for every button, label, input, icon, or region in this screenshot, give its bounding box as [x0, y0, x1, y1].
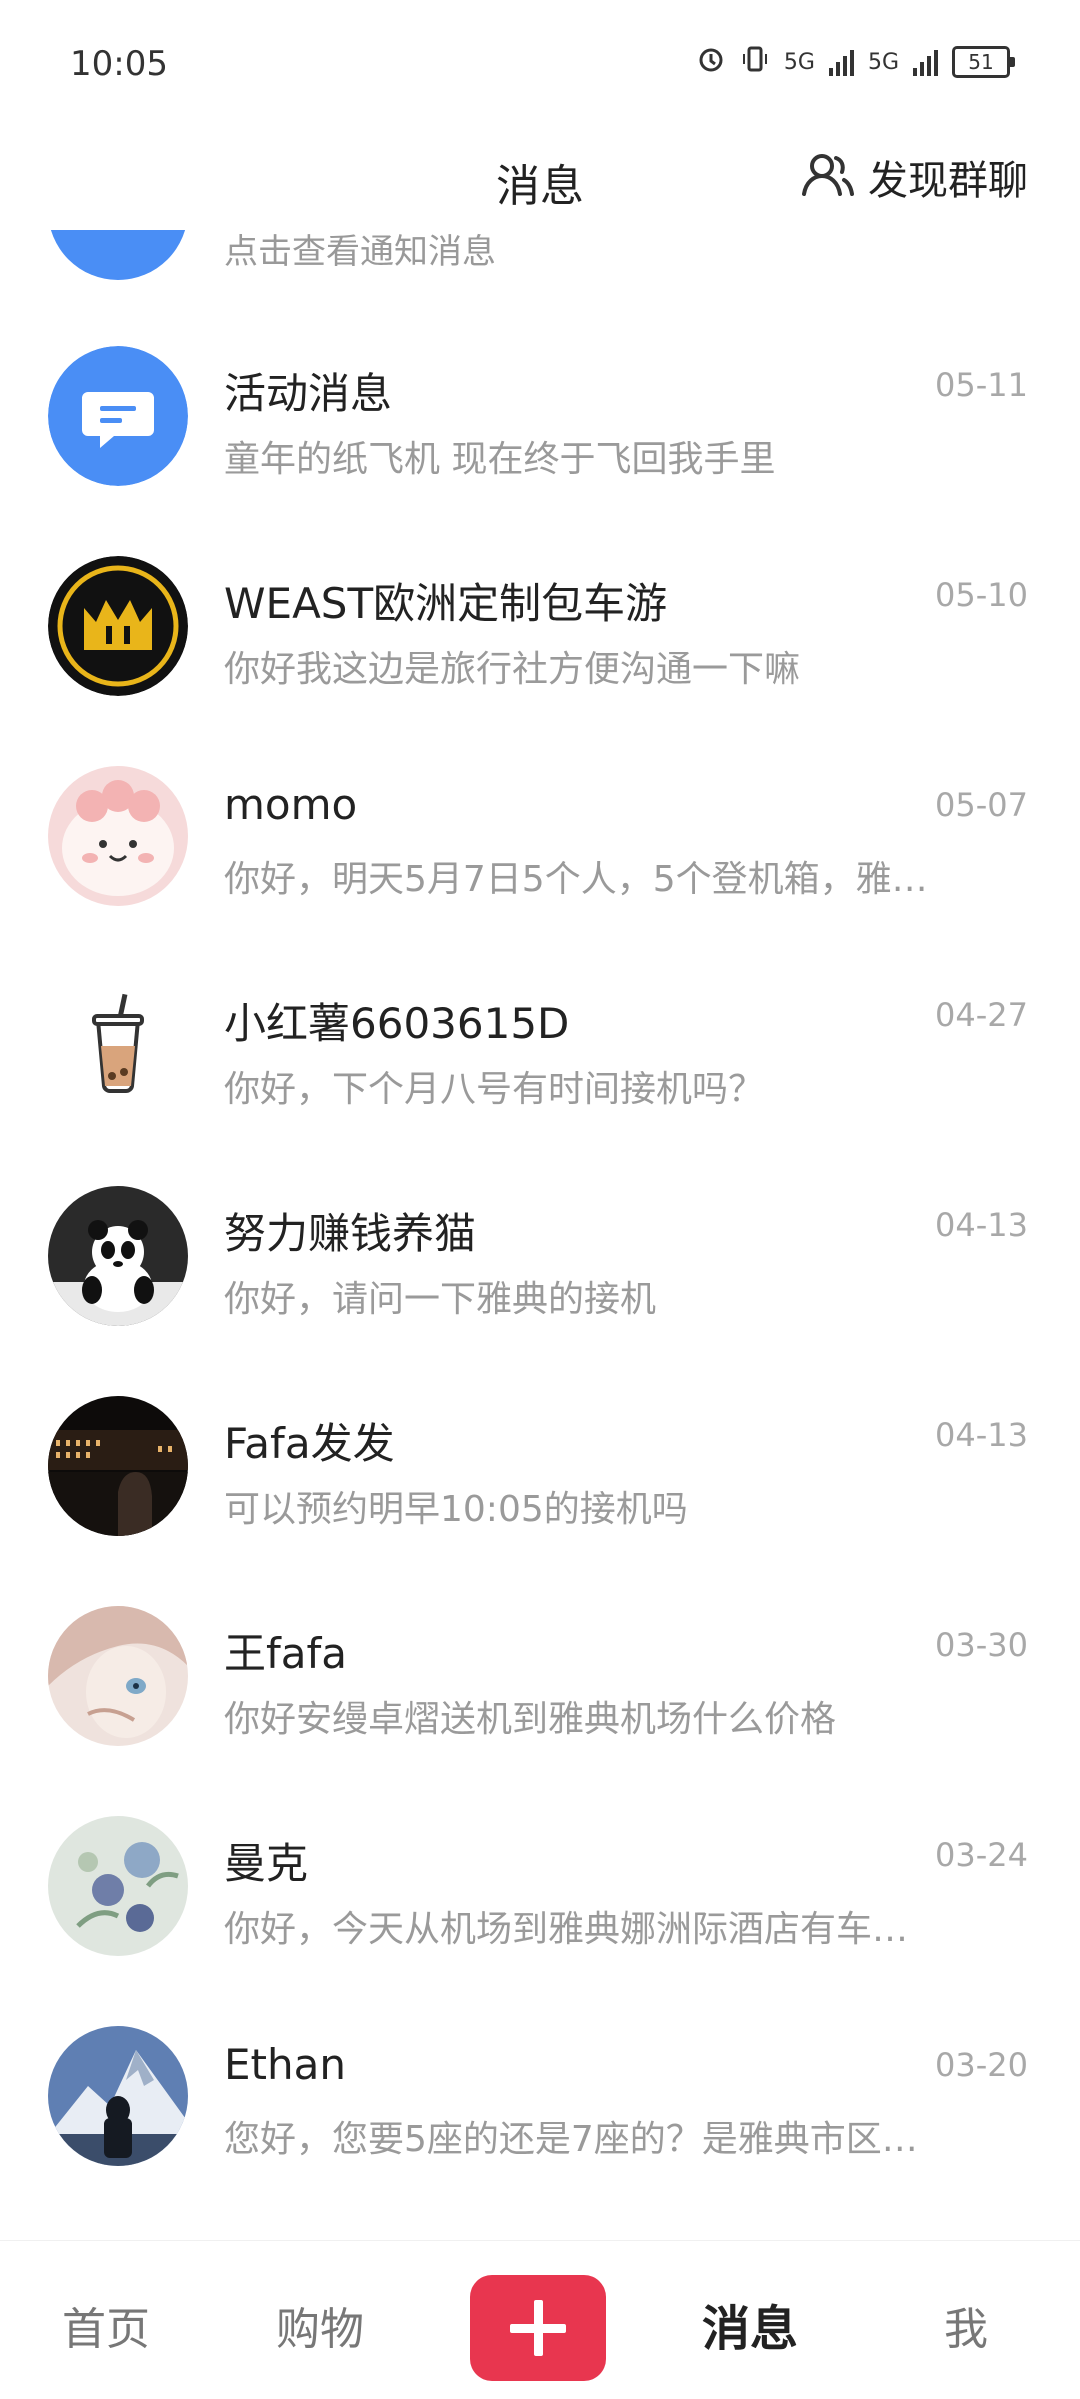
mountain-avatar — [48, 2026, 188, 2166]
message-item[interactable]: WEAST欧洲定制包车游 05-10 你好我这边是旅行社方便沟通一下嘛 — [0, 522, 1080, 732]
message-preview: 童年的纸飞机 现在终于飞回我手里 — [224, 439, 776, 480]
message-preview: 你好我这边是旅行社方便沟通一下嘛 — [224, 649, 801, 690]
nav-messages[interactable]: 消息 — [702, 2289, 798, 2359]
contact-name: 努力赚钱养猫 — [224, 1209, 477, 1258]
flower-avatar — [48, 1816, 188, 1956]
message-date: 03-30 — [935, 1626, 1028, 1664]
message-date: 03-24 — [935, 1836, 1028, 1874]
network-label-1: 5G — [783, 49, 815, 75]
message-item[interactable]: Ethan 03-20 您好，您要5座的还是7座的？是雅典市区… — [0, 1992, 1080, 2202]
activity-bubble-icon — [48, 346, 188, 486]
find-group-label: 发现群聊 — [868, 158, 1028, 204]
network-label-2: 5G — [867, 49, 899, 75]
message-preview: 你好，请问一下雅典的接机 — [224, 1279, 657, 1320]
contact-name: WEAST欧洲定制包车游 — [224, 579, 668, 628]
signal-icon-2 — [913, 48, 938, 76]
status-time: 10:05 — [70, 44, 168, 84]
status-icons: 5G 5G 51 — [696, 44, 1015, 80]
message-date: 03-20 — [935, 2046, 1028, 2084]
publish-button[interactable] — [470, 2275, 606, 2381]
vibrate-icon — [740, 44, 770, 80]
message-list[interactable]: 点击查看通知消息 活动消息 05-11 童年的纸飞机 现在终于飞回我手里 WEA… — [0, 200, 1080, 2210]
contact-name: 小红薯6603615D — [224, 999, 570, 1048]
contact-name: Fafa发发 — [224, 1419, 395, 1468]
find-group-button[interactable]: 发现群聊 — [800, 148, 1028, 206]
night-photo-avatar — [48, 1396, 188, 1536]
signal-icon — [828, 48, 854, 76]
panda-avatar — [48, 1186, 188, 1326]
contact-name: 曼克 — [224, 1839, 309, 1888]
message-preview: 您好，您要5座的还是7座的？是雅典市区… — [224, 2119, 918, 2160]
message-item[interactable]: Fafa发发 04-13 可以预约明早10:05的接机吗 — [0, 1362, 1080, 1572]
message-date: 05-11 — [935, 366, 1028, 404]
alarm-icon — [696, 44, 726, 80]
message-preview: 点击查看通知消息 — [224, 232, 496, 272]
header: 消息 发现群聊 — [0, 130, 1080, 230]
status-bar: 10:05 5G 5G 51 — [0, 0, 1080, 130]
message-item[interactable]: 王fafa 03-30 你好安缦卓熠送机到雅典机场什么价格 — [0, 1572, 1080, 1782]
group-icon — [800, 152, 854, 202]
message-preview: 你好，下个月八号有时间接机吗？ — [224, 1069, 765, 1110]
crown-logo-avatar — [48, 556, 188, 696]
anime-avatar — [48, 1606, 188, 1746]
message-item[interactable]: 曼克 03-24 你好，今天从机场到雅典娜洲际酒店有车… — [0, 1782, 1080, 1992]
message-date: 05-10 — [935, 576, 1028, 614]
message-item[interactable]: 努力赚钱养猫 04-13 你好，请问一下雅典的接机 — [0, 1152, 1080, 1362]
message-item[interactable]: momo 05-07 你好，明天5月7日5个人，5个登机箱，雅… — [0, 732, 1080, 942]
cartoon-avatar — [48, 766, 188, 906]
message-preview: 你好安缦卓熠送机到雅典机场什么价格 — [224, 1699, 837, 1740]
message-preview: 你好，明天5月7日5个人，5个登机箱，雅… — [224, 859, 928, 900]
contact-name: Ethan — [224, 2040, 346, 2089]
contact-name: 王fafa — [224, 1629, 348, 1678]
nav-shop[interactable]: 购物 — [276, 2293, 364, 2357]
contact-name: 活动消息 — [224, 369, 393, 418]
message-preview: 可以预约明早10:05的接机吗 — [224, 1489, 688, 1530]
message-date: 04-13 — [935, 1416, 1028, 1454]
bubble-tea-icon — [48, 976, 188, 1116]
nav-home[interactable]: 首页 — [62, 2293, 150, 2357]
contact-name: momo — [224, 780, 358, 829]
message-date: 04-13 — [935, 1206, 1028, 1244]
message-item[interactable]: 活动消息 05-11 童年的纸飞机 现在终于飞回我手里 — [0, 312, 1080, 522]
nav-me[interactable]: 我 — [944, 2293, 988, 2357]
message-item[interactable]: 小红薯6603615D 04-27 你好，下个月八号有时间接机吗？ — [0, 942, 1080, 1152]
message-preview: 你好，今天从机场到雅典娜洲际酒店有车… — [224, 1909, 909, 1950]
message-date: 05-07 — [935, 786, 1028, 824]
battery-icon: 51 — [952, 46, 1015, 78]
message-date: 04-27 — [935, 996, 1028, 1034]
bottom-nav: 首页 购物 消息 我 — [0, 2240, 1080, 2399]
